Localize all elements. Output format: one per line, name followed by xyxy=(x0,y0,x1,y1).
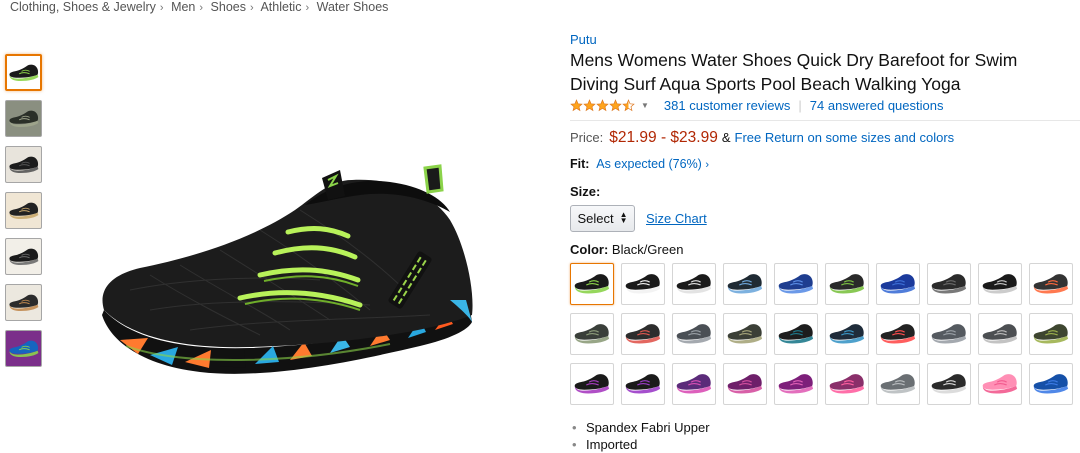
color-swatch[interactable] xyxy=(1029,263,1073,305)
color-row: Color: Black/Green xyxy=(570,242,1075,258)
breadcrumb-separator: › xyxy=(159,2,164,14)
star-icon xyxy=(622,98,635,111)
fit-row: Fit: As expected (76%) › xyxy=(570,157,1075,175)
color-swatch[interactable] xyxy=(876,363,920,405)
free-return-link[interactable]: Free Return on some sizes and colors xyxy=(735,130,955,145)
breadcrumb-separator: › xyxy=(199,2,204,14)
breadcrumb-link-shoes[interactable]: Shoes xyxy=(211,0,246,14)
color-swatch[interactable] xyxy=(570,313,614,355)
image-thumbnail[interactable] xyxy=(5,146,42,183)
customer-reviews-link[interactable]: 381 customer reviews xyxy=(664,98,790,113)
main-product-image[interactable] xyxy=(90,150,490,400)
shoe-image xyxy=(102,164,473,374)
color-swatch[interactable] xyxy=(621,363,665,405)
color-label: Color: xyxy=(570,242,609,257)
star-icon xyxy=(609,98,622,111)
fit-value: As expected (76%) xyxy=(596,157,702,171)
chevron-right-icon: › xyxy=(705,159,709,171)
product-details: Putu Mens Womens Water Shoes Quick Dry B… xyxy=(570,32,1080,258)
color-swatch[interactable] xyxy=(570,363,614,405)
fit-value-link[interactable]: As expected (76%) › xyxy=(596,157,709,171)
price-row: Price: $21.99 - $23.99 & Free Return on … xyxy=(570,129,1075,149)
color-swatch[interactable] xyxy=(825,363,869,405)
image-thumbnail[interactable] xyxy=(5,238,42,275)
color-swatch[interactable] xyxy=(723,313,767,355)
star-icon xyxy=(570,98,583,111)
color-swatch[interactable] xyxy=(723,363,767,405)
star-icon xyxy=(596,98,609,111)
image-thumbnail-list xyxy=(5,54,43,376)
color-swatch[interactable] xyxy=(825,263,869,305)
breadcrumb-link-water-shoes[interactable]: Water Shoes xyxy=(317,0,389,14)
fit-label: Fit: xyxy=(570,157,590,171)
price-label: Price: xyxy=(570,130,604,145)
breadcrumb: Clothing, Shoes & Jewelry › Men › Shoes › A… xyxy=(10,0,388,16)
color-swatch[interactable] xyxy=(672,313,716,355)
feature-bullets: Spandex Fabri Upper Imported xyxy=(572,419,710,453)
image-thumbnail[interactable] xyxy=(5,54,42,91)
star-icon xyxy=(583,98,596,111)
answered-questions-link[interactable]: 74 answered questions xyxy=(810,98,944,113)
color-swatch[interactable] xyxy=(978,363,1022,405)
size-row: Select ▲ ▼ Size Chart xyxy=(570,204,1075,232)
color-swatch[interactable] xyxy=(774,363,818,405)
size-chart-link[interactable]: Size Chart xyxy=(646,211,707,226)
breadcrumb-link-athletic[interactable]: Athletic xyxy=(260,0,301,14)
color-swatch[interactable] xyxy=(978,263,1022,305)
color-swatch[interactable] xyxy=(927,363,971,405)
color-swatch[interactable] xyxy=(825,313,869,355)
color-swatch[interactable] xyxy=(774,263,818,305)
image-thumbnail[interactable] xyxy=(5,192,42,229)
divider: | xyxy=(798,97,802,113)
image-thumbnail[interactable] xyxy=(5,284,42,321)
brand-link[interactable]: Putu xyxy=(570,32,1075,48)
color-swatch[interactable] xyxy=(1029,363,1073,405)
size-select[interactable]: Select ▲ ▼ xyxy=(570,204,635,232)
chevron-down-icon[interactable]: ▼ xyxy=(641,101,649,110)
color-swatch[interactable] xyxy=(927,263,971,305)
reviews-row: ▼ 381 customer reviews | 74 answered que… xyxy=(570,96,1075,114)
color-swatch[interactable] xyxy=(927,313,971,355)
size-select-label: Select xyxy=(577,210,614,226)
color-swatch[interactable] xyxy=(621,263,665,305)
color-swatch[interactable] xyxy=(723,263,767,305)
color-swatch[interactable] xyxy=(672,363,716,405)
color-swatch[interactable] xyxy=(570,263,614,305)
image-thumbnail[interactable] xyxy=(5,330,42,367)
star-rating[interactable] xyxy=(570,98,635,112)
color-swatch[interactable] xyxy=(672,263,716,305)
breadcrumb-link-men[interactable]: Men xyxy=(171,0,195,14)
feature-bullet: Spandex Fabri Upper xyxy=(572,419,710,436)
section-divider xyxy=(570,120,1080,121)
breadcrumb-separator: › xyxy=(305,2,310,14)
feature-bullet: Imported xyxy=(572,436,710,453)
color-swatch[interactable] xyxy=(774,313,818,355)
ampersand: & xyxy=(721,130,731,145)
color-value: Black/Green xyxy=(611,242,684,257)
breadcrumb-link-clothing[interactable]: Clothing, Shoes & Jewelry xyxy=(10,0,156,14)
color-swatch[interactable] xyxy=(621,313,665,355)
color-swatch[interactable] xyxy=(978,313,1022,355)
product-title: Mens Womens Water Shoes Quick Dry Barefo… xyxy=(570,50,1018,94)
color-swatch[interactable] xyxy=(1029,313,1073,355)
price-range: $21.99 - $23.99 xyxy=(609,129,718,146)
color-swatch[interactable] xyxy=(876,263,920,305)
breadcrumb-separator: › xyxy=(250,2,254,14)
image-thumbnail[interactable] xyxy=(5,100,42,137)
select-arrows-icon: ▲ ▼ xyxy=(619,210,628,225)
size-label: Size: xyxy=(570,184,601,199)
color-swatch[interactable] xyxy=(876,313,920,355)
